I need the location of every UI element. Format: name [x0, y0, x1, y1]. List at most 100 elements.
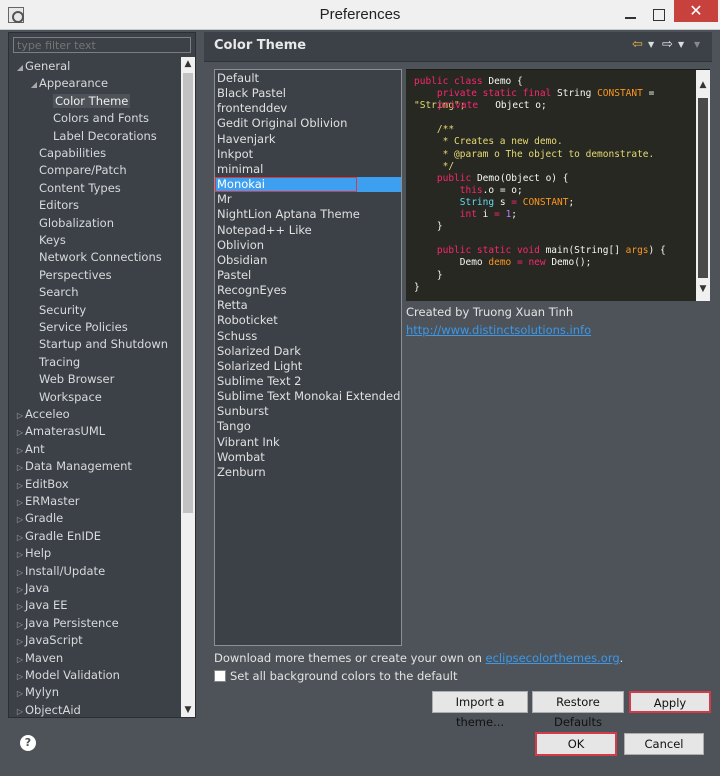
tree-item[interactable]: Web Browser	[29, 371, 114, 388]
theme-list-item[interactable]: Tango	[215, 419, 401, 434]
tree-item[interactable]: Capabilities	[29, 145, 106, 162]
tree-item[interactable]: ▷ JavaScript	[15, 632, 83, 649]
collapsed-twisty-icon[interactable]: ▷	[15, 581, 25, 598]
tree-item[interactable]: ▷ Ant	[15, 441, 45, 458]
theme-list-item[interactable]: Vibrant Ink	[215, 435, 401, 450]
minimize-button[interactable]	[620, 6, 642, 24]
collapsed-twisty-icon[interactable]: ▷	[15, 668, 25, 685]
scroll-down-icon[interactable]: ▼	[696, 284, 710, 294]
back-menu-chevron-down-icon[interactable]: ▼	[648, 38, 658, 52]
collapsed-twisty-icon[interactable]: ▷	[15, 424, 25, 441]
theme-list-item[interactable]: Sunburst	[215, 404, 401, 419]
tree-item[interactable]: Keys	[29, 232, 66, 249]
tree-item[interactable]: ▷ EditBox	[15, 476, 69, 493]
view-menu-chevron-down-icon[interactable]: ▼	[694, 38, 704, 52]
theme-list-item[interactable]: Wombat	[215, 450, 401, 465]
theme-list-item[interactable]: Solarized Light	[215, 359, 401, 374]
scroll-up-icon[interactable]: ▲	[696, 80, 710, 90]
theme-list-item[interactable]: Gedit Original Oblivion	[215, 116, 401, 131]
cancel-button[interactable]: Cancel	[624, 733, 704, 755]
filter-input[interactable]	[13, 37, 191, 53]
ok-button[interactable]: OK	[535, 732, 617, 756]
theme-list-item[interactable]: Mr	[215, 192, 401, 207]
preview-scrollbar[interactable]: ▲ ▼	[696, 70, 710, 301]
collapsed-twisty-icon[interactable]: ▷	[15, 598, 25, 615]
theme-list-item[interactable]: Retta	[215, 298, 401, 313]
theme-list-item[interactable]: Sublime Text 2	[215, 374, 401, 389]
collapsed-twisty-icon[interactable]: ▷	[15, 407, 25, 424]
restore-defaults-button[interactable]: Restore Defaults	[532, 691, 624, 729]
tree-item[interactable]: Security	[29, 302, 86, 319]
scroll-down-icon[interactable]: ▼	[181, 703, 195, 717]
theme-list-item[interactable]: Oblivion	[215, 238, 401, 253]
collapsed-twisty-icon[interactable]: ▷	[15, 442, 25, 459]
theme-list-item[interactable]: Sublime Text Monokai Extended	[215, 389, 401, 404]
theme-list-item[interactable]: Zenburn	[215, 465, 401, 480]
theme-list-item[interactable]: Solarized Dark	[215, 344, 401, 359]
scroll-thumb[interactable]	[183, 73, 193, 513]
tree-item[interactable]: Globalization	[29, 215, 114, 232]
theme-list-item[interactable]: Inkpot	[215, 147, 401, 162]
collapsed-twisty-icon[interactable]: ▷	[15, 616, 25, 633]
theme-list-item[interactable]: Monokai	[215, 177, 401, 193]
tree-item[interactable]: ◢ General	[15, 58, 70, 75]
scroll-thumb[interactable]	[698, 98, 708, 278]
collapsed-twisty-icon[interactable]: ▷	[15, 494, 25, 511]
tree-item[interactable]: ▷ ObjectAid	[15, 702, 81, 717]
tree-item[interactable]: ▷ Data Management	[15, 458, 132, 475]
tree-item[interactable]: ▷ Install/Update	[15, 563, 105, 580]
tree-item[interactable]: Content Types	[29, 180, 121, 197]
tree-item[interactable]: ◢ Appearance	[29, 75, 108, 92]
theme-list-item[interactable]: Roboticket	[215, 313, 401, 328]
tree-item[interactable]: ▷ Mylyn	[15, 684, 59, 701]
collapsed-twisty-icon[interactable]: ▷	[15, 477, 25, 494]
tree-item[interactable]: ▷ Model Validation	[15, 667, 120, 684]
scroll-up-icon[interactable]: ▲	[181, 57, 195, 71]
theme-list-item[interactable]: Black Pastel	[215, 86, 401, 101]
tree-item[interactable]: Colors and Fonts	[43, 110, 149, 127]
tree-item[interactable]: ▷ Gradle	[15, 510, 63, 527]
maximize-button[interactable]	[648, 6, 670, 24]
theme-list-item[interactable]: minimal	[215, 162, 401, 177]
collapsed-twisty-icon[interactable]: ▷	[15, 564, 25, 581]
tree-item[interactable]: Tracing	[29, 354, 80, 371]
tree-item[interactable]: Workspace	[29, 389, 102, 406]
theme-list-item[interactable]: Havenjark	[215, 132, 401, 147]
bg-colors-checkbox[interactable]	[214, 670, 226, 682]
collapsed-twisty-icon[interactable]: ▷	[15, 459, 25, 476]
collapsed-twisty-icon[interactable]: ▷	[15, 633, 25, 650]
tree-item[interactable]: Perspectives	[29, 267, 112, 284]
theme-list-item[interactable]: Schuss	[215, 329, 401, 344]
tree-item[interactable]: Service Policies	[29, 319, 128, 336]
tree-item[interactable]: ▷ Acceleo	[15, 406, 70, 423]
expanded-twisty-icon[interactable]: ◢	[29, 76, 39, 93]
theme-list-item[interactable]: Obsidian	[215, 253, 401, 268]
collapsed-twisty-icon[interactable]: ▷	[15, 511, 25, 528]
theme-list-item[interactable]: frontenddev	[215, 101, 401, 116]
collapsed-twisty-icon[interactable]: ▷	[15, 685, 25, 702]
tree-item[interactable]: ▷ Java	[15, 580, 49, 597]
theme-list-item[interactable]: RecognEyes	[215, 283, 401, 298]
tree-item[interactable]: ▷ Help	[15, 545, 51, 562]
forward-arrow-icon[interactable]: ⇨	[662, 38, 676, 52]
tree-item[interactable]: Label Decorations	[43, 128, 157, 145]
tree-item[interactable]: ▷ Java EE	[15, 597, 68, 615]
tree-item[interactable]: Network Connections	[29, 249, 162, 266]
help-icon[interactable]: ?	[20, 735, 36, 751]
theme-list-item[interactable]: Pastel	[215, 268, 401, 283]
tree-item[interactable]: Editors	[29, 197, 79, 214]
import-theme-button[interactable]: Import a theme...	[432, 691, 528, 729]
collapsed-twisty-icon[interactable]: ▷	[15, 546, 25, 563]
tree-item[interactable]: ▷ ERMaster	[15, 493, 80, 510]
forward-menu-chevron-down-icon[interactable]: ▼	[678, 38, 688, 52]
tree-item[interactable]: ▷ Gradle EnIDE	[15, 528, 101, 545]
tree-item[interactable]: Compare/Patch	[29, 162, 127, 179]
tree-item[interactable]: Search	[29, 284, 79, 301]
tree-scrollbar[interactable]: ▲ ▼	[181, 57, 195, 717]
theme-list-item[interactable]: Notepad++ Like	[215, 223, 401, 238]
tree-item[interactable]: Startup and Shutdown	[29, 336, 168, 353]
expanded-twisty-icon[interactable]: ◢	[15, 59, 25, 76]
collapsed-twisty-icon[interactable]: ▷	[15, 703, 25, 717]
download-link[interactable]: eclipsecolorthemes.org	[486, 651, 620, 665]
tree-item[interactable]: Color Theme	[43, 93, 131, 110]
